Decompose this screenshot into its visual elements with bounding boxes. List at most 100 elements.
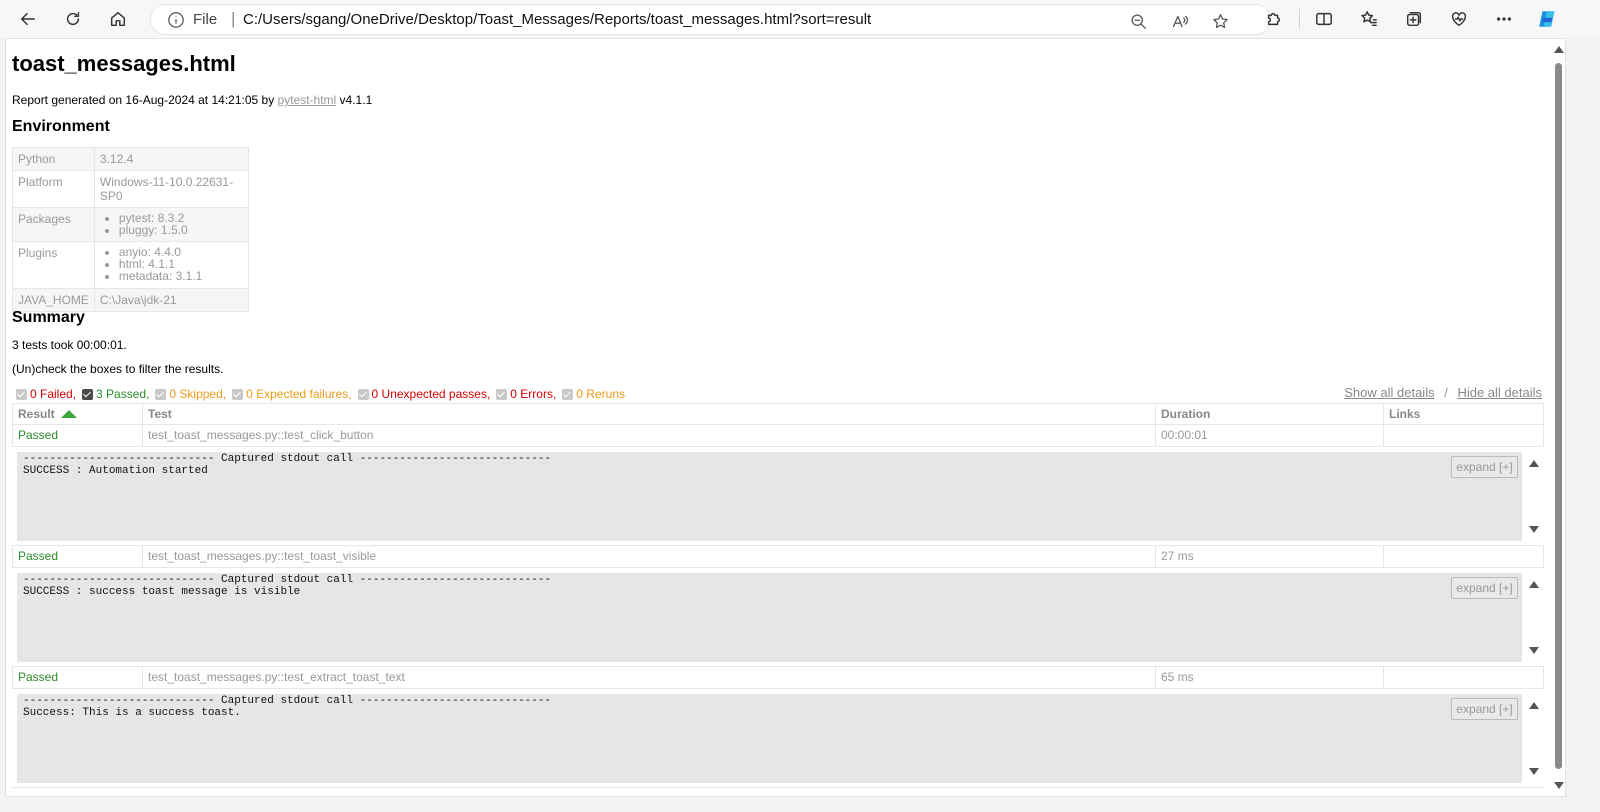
scroll-down-icon[interactable]	[1554, 782, 1564, 789]
captured-log[interactable]: ----------------------------- Captured s…	[17, 694, 1522, 783]
env-value: pytest: 8.3.2 pluggy: 1.5.0	[93, 207, 249, 242]
back-button[interactable]	[13, 5, 43, 33]
result-column-header[interactable]: Result	[12, 404, 142, 426]
log-scrollbar[interactable]	[1524, 573, 1544, 662]
split-screen-button[interactable]	[1309, 5, 1339, 33]
scroll-up-icon[interactable]	[1554, 46, 1564, 53]
filter-errors[interactable]: 0 Errors,	[496, 387, 556, 401]
url-text[interactable]: C:/Users/sgang/OneDrive/Desktop/Toast_Me…	[243, 11, 871, 28]
scroll-down-icon[interactable]	[1529, 647, 1539, 654]
collections-icon	[1406, 11, 1422, 27]
env-value: 3.12.4	[93, 147, 249, 171]
xpassed-checkbox[interactable]	[357, 388, 369, 400]
log-scrollbar[interactable]	[1524, 694, 1544, 783]
table-row[interactable]: Passed test_toast_messages.py::test_clic…	[12, 425, 1544, 447]
scroll-up-icon[interactable]	[1529, 581, 1539, 588]
captured-log[interactable]: ----------------------------- Captured s…	[17, 452, 1522, 541]
filter-passed[interactable]: 3 Passed,	[82, 387, 149, 401]
results-header-row: Result Test Duration Links	[12, 403, 1544, 426]
table-row[interactable]: Passed test_toast_messages.py::test_toas…	[12, 546, 1544, 568]
duration-cell: 00:00:01	[1155, 425, 1383, 447]
duration-column-header[interactable]: Duration	[1155, 404, 1383, 426]
sort-ascending-icon	[60, 410, 77, 418]
env-value: C:\Java\jdk-21	[93, 288, 249, 312]
passed-checkbox[interactable]	[82, 388, 94, 400]
read-aloud-icon[interactable]	[1168, 10, 1190, 32]
home-button[interactable]	[103, 5, 133, 33]
reruns-checkbox[interactable]	[562, 388, 574, 400]
env-row-plugins: Plugins anyio: 4.4.0 html: 4.1.1 metadat…	[12, 241, 249, 289]
info-icon[interactable]	[167, 11, 185, 29]
pytest-html-link[interactable]: pytest-html	[278, 93, 337, 107]
generated-text: Report generated on 16-Aug-2024 at 14:21…	[12, 93, 278, 107]
env-key: Platform	[12, 170, 95, 208]
packages-list: pytest: 8.3.2 pluggy: 1.5.0	[100, 212, 243, 236]
filter-skipped[interactable]: 0 Skipped,	[155, 387, 226, 401]
expand-button[interactable]: expand [+]	[1451, 698, 1518, 720]
skipped-checkbox[interactable]	[155, 388, 167, 400]
log-scrollbar[interactable]	[1524, 452, 1544, 541]
captured-log[interactable]: ----------------------------- Captured s…	[17, 573, 1522, 662]
show-all-details-link[interactable]: Show all details	[1344, 385, 1434, 400]
filter-xfailed[interactable]: 0 Expected failures,	[232, 387, 352, 401]
summary-heading: Summary	[12, 309, 85, 326]
filter-failed[interactable]: 0 Failed,	[16, 387, 76, 401]
zoom-out-icon[interactable]	[1127, 10, 1149, 32]
filter-label: 0 Errors,	[510, 387, 557, 401]
page-title: toast_messages.html	[12, 51, 236, 76]
env-key: Python	[12, 147, 95, 171]
environment-heading: Environment	[12, 118, 110, 135]
env-key: Packages	[12, 207, 95, 242]
copilot-button[interactable]	[1533, 5, 1563, 33]
page-viewport: toast_messages.html Report generated on …	[5, 38, 1566, 797]
file-label: File	[193, 11, 218, 28]
extensions-button[interactable]	[1259, 5, 1289, 33]
result-cell: Passed	[12, 425, 142, 447]
generator-version: v4.1.1	[336, 93, 373, 107]
filter-label: 0 Reruns	[576, 387, 625, 401]
xfailed-checkbox[interactable]	[232, 388, 244, 400]
filter-label: 0 Expected failures,	[246, 387, 352, 401]
duration-cell: 27 ms	[1155, 546, 1383, 568]
scrollbar-thumb[interactable]	[1555, 63, 1562, 769]
links-cell	[1383, 425, 1544, 447]
list-item: pluggy: 1.5.0	[119, 224, 243, 236]
copilot-icon	[1539, 11, 1555, 27]
expand-button[interactable]: expand [+]	[1451, 577, 1518, 599]
more-options-button[interactable]	[1489, 5, 1519, 33]
table-row[interactable]: Passed test_toast_messages.py::test_extr…	[12, 667, 1544, 689]
scroll-up-icon[interactable]	[1529, 702, 1539, 709]
failed-checkbox[interactable]	[16, 388, 27, 400]
filter-xpassed[interactable]: 0 Unexpected passes,	[357, 387, 491, 401]
heart-pulse-icon	[1451, 12, 1467, 27]
refresh-icon	[66, 11, 80, 26]
address-bar[interactable]: File | C:/Users/sgang/OneDrive/Desktop/T…	[150, 4, 1271, 35]
expand-button[interactable]: expand [+]	[1451, 456, 1518, 478]
filter-label: 0 Unexpected passes,	[371, 387, 491, 401]
scroll-up-icon[interactable]	[1529, 460, 1539, 467]
env-row-packages: Packages pytest: 8.3.2 pluggy: 1.5.0	[12, 207, 249, 242]
test-column-header[interactable]: Test	[142, 404, 1155, 426]
split-screen-icon	[1316, 12, 1332, 26]
more-dots-icon	[1496, 17, 1512, 21]
plugins-list: anyio: 4.4.0 html: 4.1.1 metadata: 3.1.1	[100, 246, 243, 282]
filter-reruns[interactable]: 0 Reruns	[562, 387, 625, 401]
env-row-platform: Platform Windows-11-10.0.22631-SP0	[12, 170, 249, 208]
toolbar-divider	[1299, 9, 1300, 29]
scroll-down-icon[interactable]	[1529, 526, 1539, 533]
collections-button[interactable]	[1399, 5, 1429, 33]
header-label: Result	[18, 407, 55, 421]
browser-essentials-button[interactable]	[1444, 5, 1474, 33]
favorites-button[interactable]	[1354, 5, 1384, 33]
result-filters: 0 Failed, 3 Passed, 0 Skipped, 0 Expecte…	[16, 387, 631, 401]
env-value: anyio: 4.4.0 html: 4.1.1 metadata: 3.1.1	[93, 241, 249, 289]
errors-checkbox[interactable]	[496, 388, 508, 400]
page-scrollbar[interactable]	[1551, 39, 1565, 796]
scroll-down-icon[interactable]	[1529, 768, 1539, 775]
report-generated-line: Report generated on 16-Aug-2024 at 14:21…	[12, 93, 372, 107]
hide-all-details-link[interactable]: Hide all details	[1457, 385, 1542, 400]
log-row: ----------------------------- Captured s…	[12, 689, 1544, 788]
links-cell	[1383, 546, 1544, 568]
favorite-star-icon[interactable]	[1209, 10, 1231, 32]
refresh-button[interactable]	[58, 5, 88, 33]
